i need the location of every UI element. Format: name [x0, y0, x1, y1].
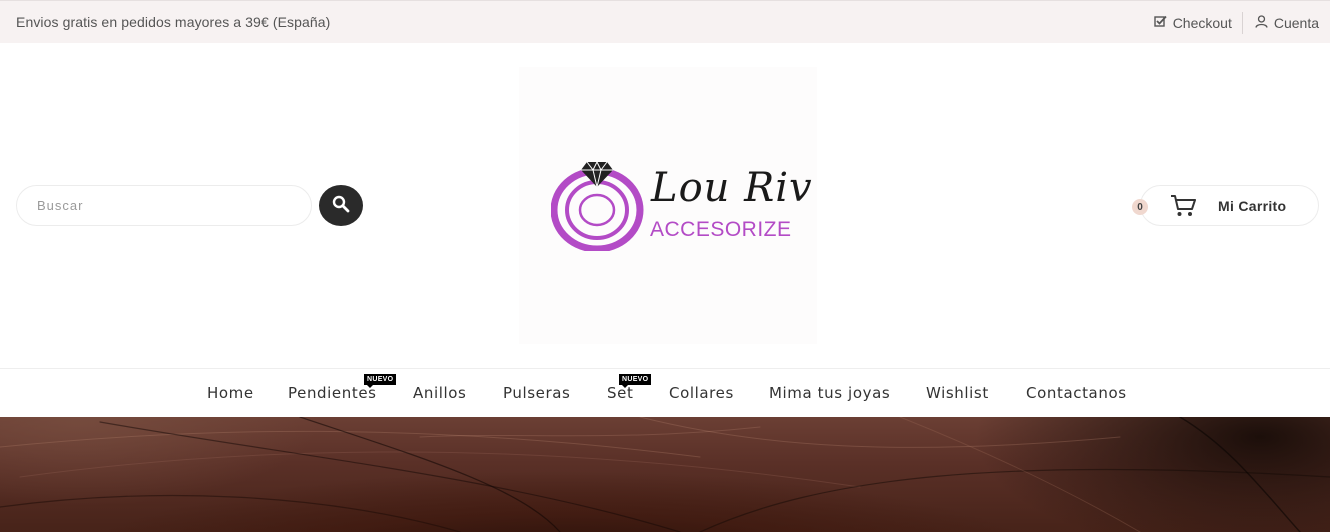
nav-item-label: Anillos — [413, 384, 467, 402]
top-links: Checkout Cuenta — [1153, 12, 1319, 34]
nav-item-label: Wishlist — [926, 384, 989, 402]
nav-item-label: Pendientes — [288, 384, 377, 402]
top-bar: Envios gratis en pedidos mayores a 39€ (… — [0, 0, 1330, 43]
nav-item-label: Collares — [669, 384, 734, 402]
cart-icon — [1170, 194, 1196, 218]
hair-texture — [0, 417, 1330, 532]
search-icon — [332, 195, 350, 216]
cart-button[interactable]: Mi Carrito — [1140, 185, 1319, 226]
site-logo[interactable]: Lou Riv ACCESORIZE — [519, 67, 817, 344]
user-icon — [1255, 15, 1268, 31]
search-form — [16, 185, 363, 226]
hero-banner-image — [0, 417, 1330, 532]
shipping-notice: Envios gratis en pedidos mayores a 39€ (… — [16, 14, 331, 30]
nav-item-anillos[interactable]: Anillos — [413, 384, 466, 402]
diamond-ring-icon — [550, 159, 645, 256]
account-link[interactable]: Cuenta — [1255, 15, 1319, 31]
nav-item-label: Pulseras — [503, 384, 571, 402]
nav-item-label: Set — [607, 384, 634, 402]
logo-tagline: ACCESORIZE — [650, 218, 792, 241]
nav-item-set[interactable]: Set NUEVO — [607, 374, 652, 402]
nav-item-label: Contactanos — [1026, 384, 1127, 402]
search-input[interactable] — [16, 185, 312, 226]
nav-item-wishlist[interactable]: Wishlist — [926, 384, 989, 402]
search-button[interactable] — [319, 185, 363, 226]
new-badge: NUEVO — [619, 374, 652, 388]
nav-item-collares[interactable]: Collares — [669, 384, 734, 402]
nav-item-label: Home — [207, 384, 254, 402]
nav-item-home[interactable]: Home — [207, 384, 254, 402]
checkout-label: Checkout — [1172, 15, 1232, 31]
nav-item-pendientes[interactable]: Pendientes NUEVO — [288, 374, 397, 402]
main-navigation: Home Pendientes NUEVO Anillos Pulseras S… — [0, 368, 1330, 417]
cart-label: Mi Carrito — [1218, 197, 1287, 214]
nav-item-label: Mima tus joyas — [769, 384, 891, 402]
nav-item-contactanos[interactable]: Contactanos — [1026, 384, 1127, 402]
checkout-link[interactable]: Checkout — [1153, 15, 1232, 31]
cart-count-badge: 0 — [1132, 199, 1148, 215]
new-badge: NUEVO — [364, 374, 397, 388]
top-links-divider — [1241, 12, 1243, 34]
nav-item-mima-tus-joyas[interactable]: Mima tus joyas — [769, 384, 890, 402]
checkbox-icon — [1153, 15, 1167, 31]
account-label: Cuenta — [1273, 15, 1319, 31]
nav-item-pulseras[interactable]: Pulseras — [503, 384, 570, 402]
logo-wordmark: Lou Riv — [651, 165, 813, 211]
